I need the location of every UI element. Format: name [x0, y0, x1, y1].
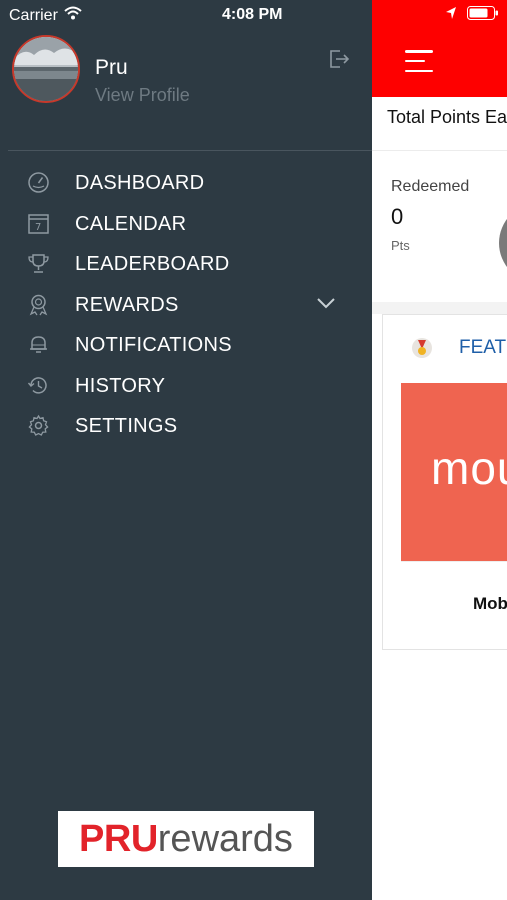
points-gauge [499, 203, 507, 283]
menu-item-leaderboard[interactable]: LEADERBOARD [0, 243, 372, 284]
app-header [372, 0, 507, 97]
gear-icon [27, 414, 50, 437]
logout-icon[interactable] [328, 48, 350, 70]
prurewards-logo: PRU rewards [58, 811, 314, 867]
profile-name: Pru [95, 56, 128, 79]
featured-card[interactable]: FEATU mou Mob [382, 314, 507, 650]
status-bar: Carrier 4:08 PM [0, 0, 372, 30]
bell-icon [27, 333, 50, 356]
svg-text:7: 7 [35, 222, 41, 233]
banner-logo-text: mou [431, 442, 507, 494]
menu-label: CALENDAR [75, 212, 187, 235]
menu-item-history[interactable]: HISTORY [0, 365, 372, 406]
reward-banner-image: mou [401, 383, 507, 561]
drawer-menu: DASHBOARD 7 CALENDAR LEADERBOARD REWARDS [0, 162, 372, 446]
battery-icon [467, 6, 499, 25]
menu-label: SETTINGS [75, 415, 178, 437]
featured-heading: FEATU [459, 337, 507, 358]
carrier-label: Carrier [9, 6, 58, 24]
view-profile-link[interactable]: View Profile [95, 85, 190, 106]
status-time: 4:08 PM [222, 6, 283, 23]
chevron-down-icon[interactable] [316, 296, 336, 310]
menu-label: REWARDS [75, 293, 179, 316]
total-points-label: Total Points Ea [387, 107, 507, 127]
menu-item-notifications[interactable]: NOTIFICATIONS [0, 324, 372, 365]
logo-rewards: rewards [157, 817, 293, 860]
card-footer: Mob [401, 561, 507, 638]
hamburger-menu-icon[interactable] [405, 50, 433, 72]
menu-label: NOTIFICATIONS [75, 334, 232, 356]
menu-item-settings[interactable]: SETTINGS [0, 405, 372, 446]
wifi-icon [64, 6, 82, 25]
menu-item-dashboard[interactable]: DASHBOARD [0, 162, 372, 203]
carrier-group: Carrier [9, 6, 82, 25]
redeemed-label: Redeemed [391, 178, 470, 195]
menu-label: HISTORY [75, 374, 166, 397]
award-ribbon-icon [27, 293, 50, 316]
status-icons [445, 6, 499, 25]
speedometer-icon [27, 171, 50, 194]
avatar[interactable] [12, 35, 80, 103]
medal-icon [411, 337, 433, 359]
navigation-drawer: Carrier 4:08 PM Pru View Profile DASHBOA… [0, 0, 372, 900]
section-divider [372, 302, 507, 314]
profile-divider [8, 150, 372, 151]
history-icon [27, 374, 50, 397]
menu-item-rewards[interactable]: REWARDS [0, 284, 372, 325]
menu-item-calendar[interactable]: 7 CALENDAR [0, 203, 372, 244]
logo-pru: PRU [79, 817, 158, 860]
redeemed-unit: Pts [391, 238, 410, 253]
location-icon [445, 6, 457, 25]
points-stats: Redeemed 0 Pts [372, 150, 507, 301]
redeemed-value: 0 [391, 204, 404, 229]
card-title: Mob [473, 594, 507, 613]
menu-label: DASHBOARD [75, 172, 205, 194]
menu-label: LEADERBOARD [75, 253, 230, 275]
trophy-icon [27, 252, 50, 275]
calendar-icon: 7 [27, 212, 50, 235]
main-content: Total Points Ea Redeemed 0 Pts FEATU mou… [372, 0, 507, 900]
